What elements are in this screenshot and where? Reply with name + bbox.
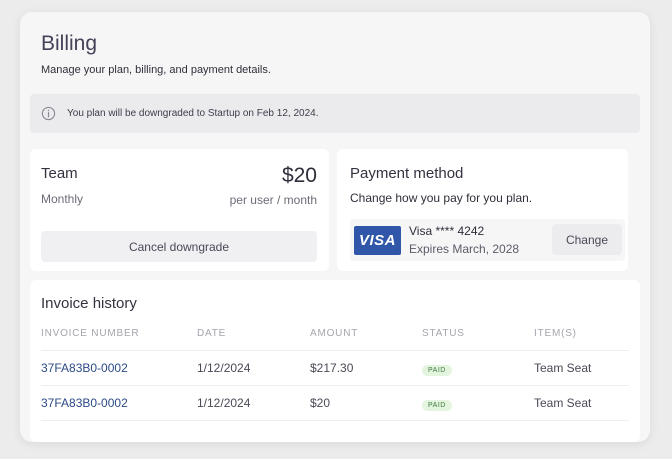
- plan-name: Team: [41, 165, 78, 182]
- page-title: Billing: [41, 32, 98, 55]
- saved-card: VISA Visa **** 4242 Expires March, 2028 …: [350, 219, 625, 261]
- column-header-items: ITEM(S): [534, 328, 629, 351]
- column-header-status: STATUS: [422, 328, 534, 351]
- invoice-date: 1/12/2024: [197, 350, 310, 386]
- card-expiry: Expires March, 2028: [409, 242, 520, 256]
- notice-text: You plan will be downgraded to Startup o…: [67, 108, 319, 119]
- payment-method-card: Payment method Change how you pay for yo…: [337, 149, 628, 271]
- invoice-amount: $20: [310, 385, 422, 421]
- column-header-date: DATE: [197, 328, 310, 351]
- table-row: 37FA83B0-0002 1/12/2024 $20 PAID Team Se…: [41, 385, 629, 421]
- invoice-history-card: Invoice history INVOICE NUMBER DATE AMOU…: [30, 280, 640, 442]
- payment-method-title: Payment method: [350, 165, 464, 182]
- invoice-status: PAID: [422, 350, 534, 386]
- invoice-amount: $217.30: [310, 350, 422, 386]
- invoice-history-title: Invoice history: [41, 295, 137, 312]
- page-subtitle: Manage your plan, billing, and payment d…: [41, 64, 271, 76]
- visa-logo-icon: VISA: [354, 225, 401, 255]
- invoice-table: INVOICE NUMBER DATE AMOUNT STATUS ITEM(S…: [41, 328, 629, 421]
- info-icon: [41, 106, 56, 121]
- change-payment-button[interactable]: Change: [552, 224, 622, 255]
- column-header-amount: AMOUNT: [310, 328, 422, 351]
- invoice-items: Team Seat: [534, 385, 629, 421]
- invoice-status: PAID: [422, 385, 534, 421]
- downgrade-notice: You plan will be downgraded to Startup o…: [30, 94, 640, 133]
- invoice-date: 1/12/2024: [197, 385, 310, 421]
- column-header-invoice-number: INVOICE NUMBER: [41, 328, 197, 351]
- status-badge: PAID: [422, 399, 452, 411]
- billing-panel: Billing Manage your plan, billing, and p…: [20, 12, 650, 442]
- card-number: Visa **** 4242: [409, 224, 485, 238]
- plan-card: Team Monthly $20 per user / month Cancel…: [30, 149, 329, 271]
- plan-price-unit: per user / month: [229, 193, 317, 207]
- status-badge: PAID: [422, 364, 452, 376]
- summary-cards: Team Monthly $20 per user / month Cancel…: [30, 149, 640, 271]
- invoice-number-link[interactable]: 37FA83B0-0002: [41, 350, 197, 386]
- invoice-items: Team Seat: [534, 350, 629, 386]
- payment-method-subtitle: Change how you pay for you plan.: [350, 191, 533, 205]
- invoice-table-header: INVOICE NUMBER DATE AMOUNT STATUS ITEM(S…: [41, 328, 629, 351]
- cancel-downgrade-button[interactable]: Cancel downgrade: [41, 231, 317, 262]
- table-row: 37FA83B0-0002 1/12/2024 $217.30 PAID Tea…: [41, 350, 629, 386]
- invoice-number-link[interactable]: 37FA83B0-0002: [41, 385, 197, 421]
- card-info: Visa **** 4242 Expires March, 2028: [409, 224, 519, 256]
- plan-price: $20: [281, 164, 317, 187]
